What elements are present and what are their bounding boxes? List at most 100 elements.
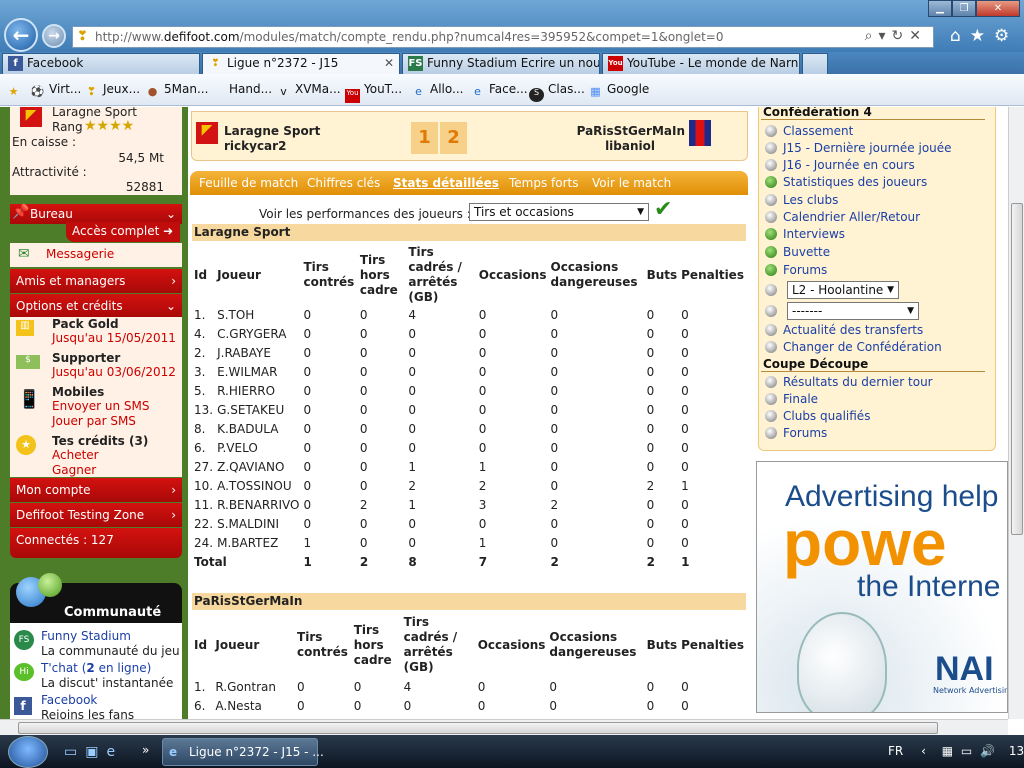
tab-temps-forts[interactable]: Temps forts [509, 176, 579, 190]
player-name[interactable]: R.Gontran [213, 677, 295, 696]
division-select[interactable]: ------- ▼ [787, 302, 919, 320]
tab-youtube[interactable]: You YouTube - Le monde de Narni... [602, 53, 800, 74]
forward-button[interactable]: → [42, 24, 66, 48]
link-resultats[interactable]: Résultats du dernier tour [765, 375, 933, 389]
tab-funny-stadium[interactable]: FS Funny Stadium Ecrire un nouv... [402, 53, 600, 74]
player-name[interactable]: M.BARTEZ [215, 533, 301, 552]
performance-select[interactable]: Tirs et occasions ▼ [469, 203, 649, 221]
player-name[interactable]: A.TOSSINOU [215, 476, 301, 495]
player-name[interactable]: R.BENARRIVO [215, 495, 301, 514]
address-tools[interactable]: ⌕▾↻✕ [865, 28, 927, 44]
clock[interactable]: 13:37 [1009, 744, 1024, 758]
monitor-icon[interactable]: ▭ [961, 744, 972, 758]
link-calendrier[interactable]: Calendrier Aller/Retour [765, 210, 920, 224]
close-window-button[interactable]: ✕ [976, 0, 1020, 17]
horizontal-scroll-thumb[interactable] [18, 722, 938, 734]
minimize-button[interactable]: ▁ [928, 0, 952, 17]
buy-link[interactable]: Acheter [52, 448, 99, 462]
facebook-link[interactable]: Facebook [41, 693, 97, 707]
account-menu[interactable]: Mon compte › [10, 478, 182, 502]
fav-face[interactable]: e Face... [470, 82, 527, 99]
link-j15[interactable]: J15 - Dernière journée jouée [765, 141, 952, 155]
link-clubs-qualifies[interactable]: Clubs qualifiés [765, 409, 870, 423]
bureau-menu[interactable]: 📌 Bureau ⌄ [10, 204, 182, 224]
advertisement-banner[interactable]: Advertising help powe the Interne NAI Ne… [756, 461, 1008, 713]
fav-jeux[interactable]: ❣ Jeux... [84, 82, 140, 99]
volume-icon[interactable]: 🔊 [980, 744, 995, 758]
fav-google[interactable]: ▦ Google [588, 82, 649, 99]
start-button[interactable] [8, 736, 48, 768]
link-j16[interactable]: J16 - Journée en cours [765, 158, 915, 172]
table-row: 11. R.BENARRIVO 0 2 1 3 2 0 0 [192, 495, 746, 514]
full-access-link[interactable]: Accès complet ➜ [66, 222, 180, 242]
tab-chiffres-cles[interactable]: Chiffres clés [307, 176, 380, 190]
tab-voir-le-match[interactable]: Voir le match [592, 176, 671, 190]
close-tab-icon[interactable]: ✕ [384, 54, 394, 73]
link-changer-confederation[interactable]: Changer de Confédération [765, 340, 942, 354]
funny-stadium-link[interactable]: Funny Stadium [41, 629, 131, 643]
address-bar[interactable]: ❣ http://www.defifoot.com/modules/match/… [72, 26, 934, 48]
vertical-scroll-thumb[interactable] [1011, 203, 1023, 535]
fav-xvma[interactable]: ⅴ XVMa... [276, 82, 340, 99]
home-manager-name[interactable]: rickycar2 [224, 139, 286, 153]
tab-ligue[interactable]: ❣ Ligue n°2372 - J15 ✕ [202, 53, 400, 74]
player-name[interactable]: K.BADULA [215, 419, 301, 438]
send-sms-link[interactable]: Envoyer un SMS [52, 399, 149, 413]
away-team-name[interactable]: PaRisStGerMaIn [577, 124, 685, 138]
away-manager-name[interactable]: libaniol [605, 139, 655, 153]
link-classement[interactable]: Classement [765, 124, 853, 138]
home-team-name[interactable]: Laragne Sport [224, 124, 320, 138]
horizontal-scrollbar[interactable] [0, 719, 1008, 735]
earn-link[interactable]: Gagner [52, 463, 96, 477]
new-tab-button[interactable] [802, 53, 828, 74]
link-interviews[interactable]: Interviews [765, 227, 845, 241]
fav-virt[interactable]: ⚽ Virt... [30, 82, 82, 99]
player-name[interactable]: S.MALDINI [215, 514, 301, 533]
chevron-left-icon[interactable]: ‹ [921, 744, 926, 758]
favorites-star-icon[interactable]: ★ [6, 82, 25, 99]
player-name[interactable]: Z.QAVIANO [215, 457, 301, 476]
player-name[interactable]: R.HIERRO [215, 381, 301, 400]
chat-link[interactable]: T'chat (2 en ligne) [41, 661, 151, 675]
pack-gold-label[interactable]: Pack Gold [52, 317, 119, 331]
network-icon[interactable]: ▦ [942, 744, 953, 758]
fav-youtube[interactable]: You YouT... [345, 82, 402, 103]
link-forums[interactable]: Forums [765, 263, 827, 277]
link-coupe-forums[interactable]: Forums [765, 426, 827, 440]
link-statistiques[interactable]: Statistiques des joueurs [765, 175, 927, 189]
supporter-label[interactable]: Supporter [52, 351, 120, 365]
tab-feuille-de-match[interactable]: Feuille de match [199, 176, 298, 190]
more-icon[interactable]: » [142, 743, 149, 757]
browser-toolbar-icons[interactable]: ⌂★⚙ [950, 26, 1018, 46]
friends-menu[interactable]: Amis et managers › [10, 269, 182, 293]
fav-clas[interactable]: S Clas... [529, 82, 585, 102]
messagerie-link[interactable]: ✉ Messagerie [10, 243, 182, 267]
fav-allo[interactable]: e Allo... [411, 82, 463, 99]
player-name[interactable]: G.SETAKEU [215, 400, 301, 419]
link-finale[interactable]: Finale [765, 392, 818, 406]
restore-button[interactable]: ❐ [952, 0, 976, 17]
player-name[interactable]: C.GRYGERA [215, 324, 301, 343]
back-button[interactable]: ← [4, 18, 38, 52]
taskbar-browser-window[interactable]: e Ligue n°2372 - J15 - ... [162, 738, 324, 766]
player-name[interactable]: E.WILMAR [215, 362, 301, 381]
language-indicator[interactable]: FR [888, 744, 903, 758]
link-buvette[interactable]: Buvette [765, 245, 830, 259]
player-name[interactable]: J.RABAYE [215, 343, 301, 362]
player-name[interactable]: P.VELO [215, 438, 301, 457]
tab-stats-detaillees[interactable]: Stats détaillées [393, 176, 499, 190]
vertical-scrollbar[interactable] [1008, 107, 1024, 719]
player-name[interactable]: S.TOH [215, 305, 301, 324]
league-select[interactable]: L2 - Hoolantine ▼ [787, 281, 899, 299]
link-transferts[interactable]: Actualité des transferts [765, 323, 923, 337]
options-menu[interactable]: Options et crédits ⌄ [10, 294, 182, 318]
tab-facebook[interactable]: f Facebook [2, 53, 200, 74]
testing-zone-menu[interactable]: Defifoot Testing Zone › [10, 503, 182, 527]
quick-launch-icons[interactable]: ▭▣e [64, 744, 123, 760]
fav-5man[interactable]: ● 5Man... [145, 82, 209, 99]
play-sms-link[interactable]: Jouer par SMS [52, 414, 136, 428]
validate-check-icon[interactable]: ✔ [654, 197, 672, 222]
fav-hand[interactable]: Hand... [229, 82, 272, 96]
player-name[interactable]: A.Nesta [213, 696, 295, 715]
link-clubs[interactable]: Les clubs [765, 193, 838, 207]
